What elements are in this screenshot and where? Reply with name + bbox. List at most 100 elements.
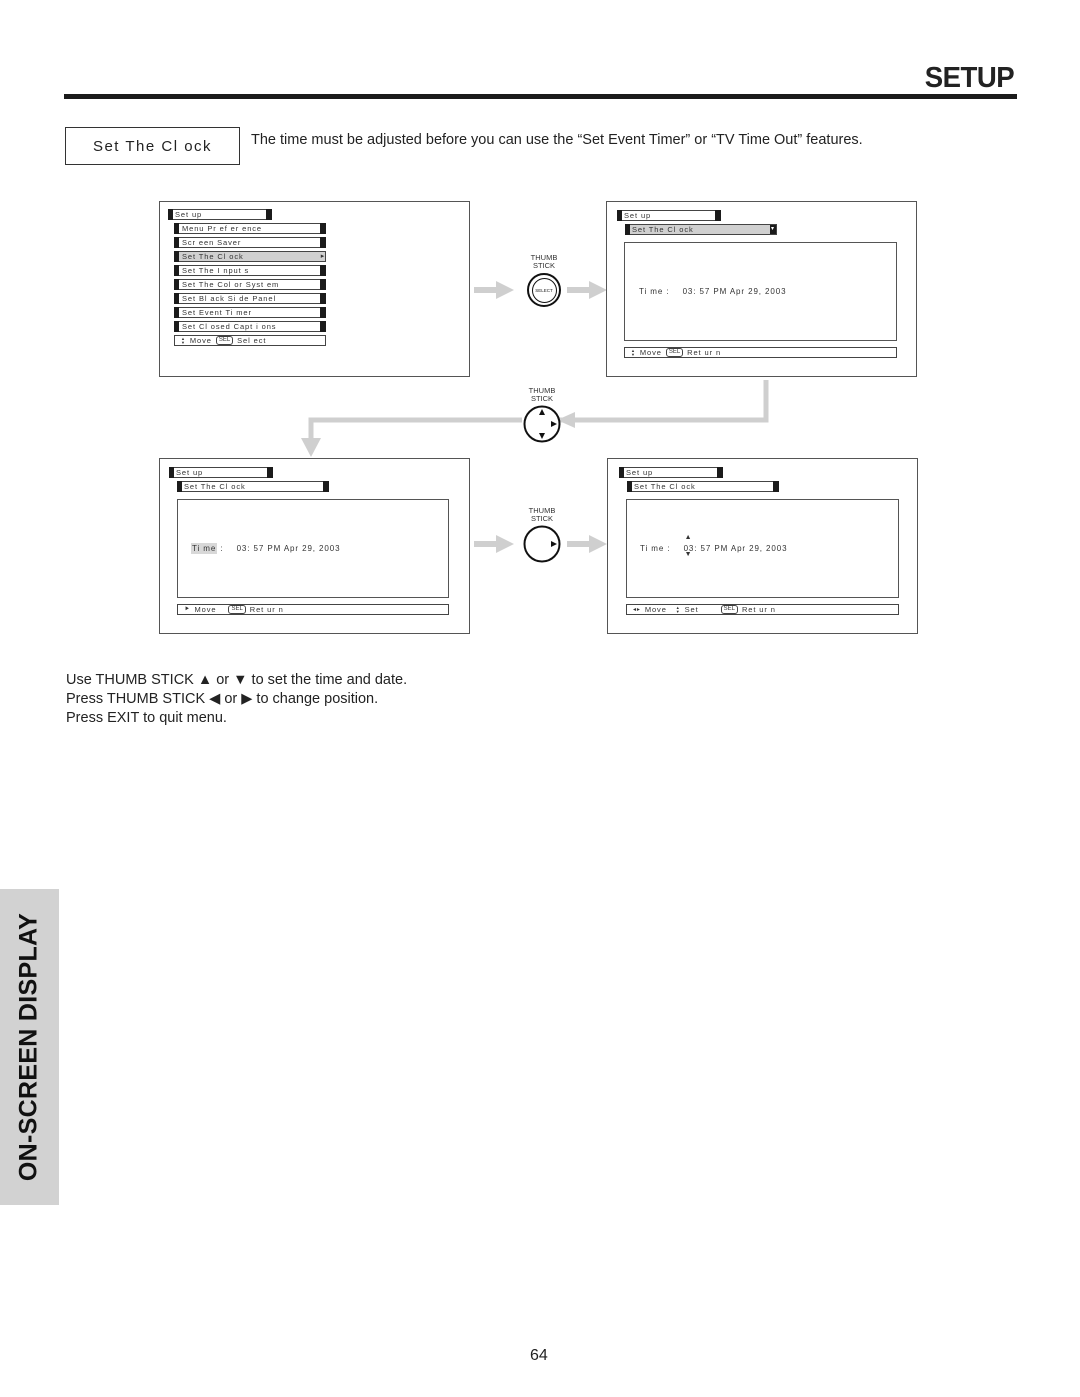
section-sidebar-tab: ON-SCREEN DISPLAY xyxy=(0,889,59,1205)
osd-status-bar: ⯈ Move SEL Ret ur n xyxy=(177,604,449,615)
osd-status-bar: ◂▸ Move ▲ ▼ Set SEL Ret ur n xyxy=(626,604,899,615)
menu-item-label: Set The Col or Syst em xyxy=(182,280,280,289)
menu-item-menu-preference[interactable]: Menu Pr ef er ence xyxy=(174,223,326,234)
clock-content-box: Ti me : 03: 57 PM Apr 29, 2003 xyxy=(177,499,449,598)
time-value-rest: : 57 PM Apr 29, 2003 xyxy=(694,544,788,553)
clock-content-box: Ti me : ▲ 03 ▼ : 57 PM Apr 29, 2003 xyxy=(626,499,899,598)
right-arrow-ud-icon: ⯈ xyxy=(184,605,191,613)
menu-item-set-black-side-panel[interactable]: Set Bl ack Si de Panel xyxy=(174,293,326,304)
osd-status-bar: ▲ ▼ Move SEL Ret ur n xyxy=(624,347,897,358)
thumb-stick-label: THUMB STICK xyxy=(530,253,558,270)
osd-title-bar: Set up xyxy=(619,467,723,478)
status-move: Move xyxy=(639,348,662,357)
menu-item-set-the-clock[interactable]: Set The Cl ock ▸ xyxy=(174,251,326,262)
screen-clock-time-focus: Set up Set The Cl ock Ti me : 03: 57 PM … xyxy=(159,458,470,634)
sel-button-icon: SEL xyxy=(720,605,738,614)
menu-item-screen-saver[interactable]: Scr een Saver xyxy=(174,237,326,248)
time-row: Ti me : 03: 57 PM Apr 29, 2003 xyxy=(639,287,786,296)
time-label-highlighted: Ti me xyxy=(191,543,218,554)
header-rule xyxy=(64,94,1017,99)
thumb-stick-right-icon xyxy=(523,525,561,563)
up-down-arrow-icon: ▲ ▼ xyxy=(631,347,636,357)
menu-item-end xyxy=(320,237,326,248)
chevron-right-icon: ▸ xyxy=(320,253,326,260)
thumb-stick-directional[interactable]: THUMB STICK xyxy=(518,387,566,444)
left-right-arrow-icon: ◂▸ xyxy=(633,607,641,613)
time-label: Ti me : xyxy=(639,287,670,296)
osd-subtitle-bar: Set The Cl ock xyxy=(627,481,779,492)
screen-set-the-clock: Set up Set The Cl ock ▾ Ti me : 03: 57 P… xyxy=(606,201,917,377)
time-hour-field[interactable]: ▲ 03 ▼ xyxy=(684,534,695,558)
flow-arrow-right-1 xyxy=(474,281,514,299)
time-value: 03: 57 PM Apr 29, 2003 xyxy=(682,287,787,296)
instructions: Use THUMB STICK ▲ or ▼ to set the time a… xyxy=(66,671,407,728)
menu-item-label: Set Bl ack Si de Panel xyxy=(182,294,277,303)
time-value: 03: 57 PM Apr 29, 2003 xyxy=(236,544,341,553)
menu-item-end xyxy=(320,321,326,332)
thumb-stick-label: THUMB STICK xyxy=(528,386,556,403)
thumb-stick-dpad-icon xyxy=(523,405,561,443)
flow-arrow-right-4 xyxy=(567,535,607,553)
status-set: Set xyxy=(684,605,699,614)
up-down-arrow-icon: ▲ ▼ xyxy=(675,604,681,614)
page-header-title: SETUP xyxy=(924,62,1015,94)
menu-item-label: Scr een Saver xyxy=(182,238,242,247)
section-label: Set The Cl ock xyxy=(92,137,213,155)
menu-item-set-the-color-system[interactable]: Set The Col or Syst em xyxy=(174,279,326,290)
sel-button-icon: SEL xyxy=(228,605,246,614)
intro-text: The time must be adjusted before you can… xyxy=(251,132,863,148)
menu-item-end xyxy=(320,265,326,276)
status-action: Ret ur n xyxy=(741,605,776,614)
menu-item-end xyxy=(320,223,326,234)
osd-subtitle: Set The Cl ock xyxy=(184,482,246,491)
menu-item-set-closed-captions[interactable]: Set Cl osed Capt i ons xyxy=(174,321,326,332)
time-row: Ti me : 03: 57 PM Apr 29, 2003 xyxy=(191,543,341,554)
instruction-line: Press THUMB STICK ◀ or ▶ to change posit… xyxy=(66,691,379,707)
status-action: Ret ur n xyxy=(687,348,722,357)
menu-item-end xyxy=(320,279,326,290)
menu-item-label: Menu Pr ef er ence xyxy=(182,224,262,233)
instruction-line: Press EXIT to quit menu. xyxy=(66,710,227,726)
osd-status-bar: ▲ ▼ Move SEL Sel ect xyxy=(174,335,326,346)
thumb-stick-right[interactable]: THUMB STICK xyxy=(518,507,566,564)
menu-item-label: Set The I nput s xyxy=(182,266,250,275)
up-down-arrow-icon: ▲ ▼ xyxy=(181,335,186,345)
thumb-stick-label: THUMB STICK xyxy=(528,506,556,523)
chevron-down-icon: ▾ xyxy=(770,225,776,234)
osd-subtitle-bar: Set The Cl ock ▾ xyxy=(625,224,777,235)
osd-subtitle-bar: Set The Cl ock xyxy=(177,481,329,492)
menu-item-set-the-inputs[interactable]: Set The I nput s xyxy=(174,265,326,276)
time-label: Ti me : xyxy=(640,544,671,553)
status-move: Move xyxy=(189,336,212,345)
arrow-down-icon: ▼ xyxy=(684,551,693,558)
sidebar-label: ON-SCREEN DISPLAY xyxy=(14,912,43,1182)
osd-subtitle: Set The Cl ock xyxy=(634,482,696,491)
thumb-stick-select[interactable]: THUMB STICK SELECT xyxy=(520,254,568,307)
osd-title-bar: Set up xyxy=(617,210,721,221)
osd-title: Set up xyxy=(626,468,654,477)
menu-item-end xyxy=(320,307,326,318)
menu-item-label: Set Event Ti mer xyxy=(182,308,252,317)
sel-button-icon: SEL xyxy=(665,348,684,357)
osd-title-bar: Set up xyxy=(169,467,273,478)
osd-title: Set up xyxy=(175,210,203,219)
instruction-line: Use THUMB STICK ▲ or ▼ to set the time a… xyxy=(66,672,408,688)
menu-item-label: Set Cl osed Capt i ons xyxy=(182,322,277,331)
status-move: Move xyxy=(644,605,667,614)
menu-item-end xyxy=(320,293,326,304)
flow-arrow-right-3 xyxy=(474,535,514,553)
flow-arrow-right-2 xyxy=(567,281,607,299)
osd-title-bar: Set up xyxy=(168,209,272,220)
menu-item-label: Set The Cl ock xyxy=(182,252,244,261)
page-number: 64 xyxy=(530,1347,548,1364)
select-button-icon: SELECT xyxy=(527,273,561,307)
osd-subtitle: Set The Cl ock xyxy=(632,225,694,234)
arrow-up-icon: ▲ xyxy=(684,534,693,541)
time-row: Ti me : ▲ 03 ▼ : 57 PM Apr 29, 2003 xyxy=(640,534,788,558)
menu-item-set-event-timer[interactable]: Set Event Ti mer xyxy=(174,307,326,318)
status-move: Move xyxy=(194,605,217,614)
status-action: Sel ect xyxy=(237,336,267,345)
screen-clock-edit: Set up Set The Cl ock Ti me : ▲ 03 ▼ : 5… xyxy=(607,458,918,634)
screen-setup-menu: Set up Menu Pr ef er ence Scr een Saver … xyxy=(159,201,470,377)
sel-button-icon: SEL xyxy=(215,336,234,345)
